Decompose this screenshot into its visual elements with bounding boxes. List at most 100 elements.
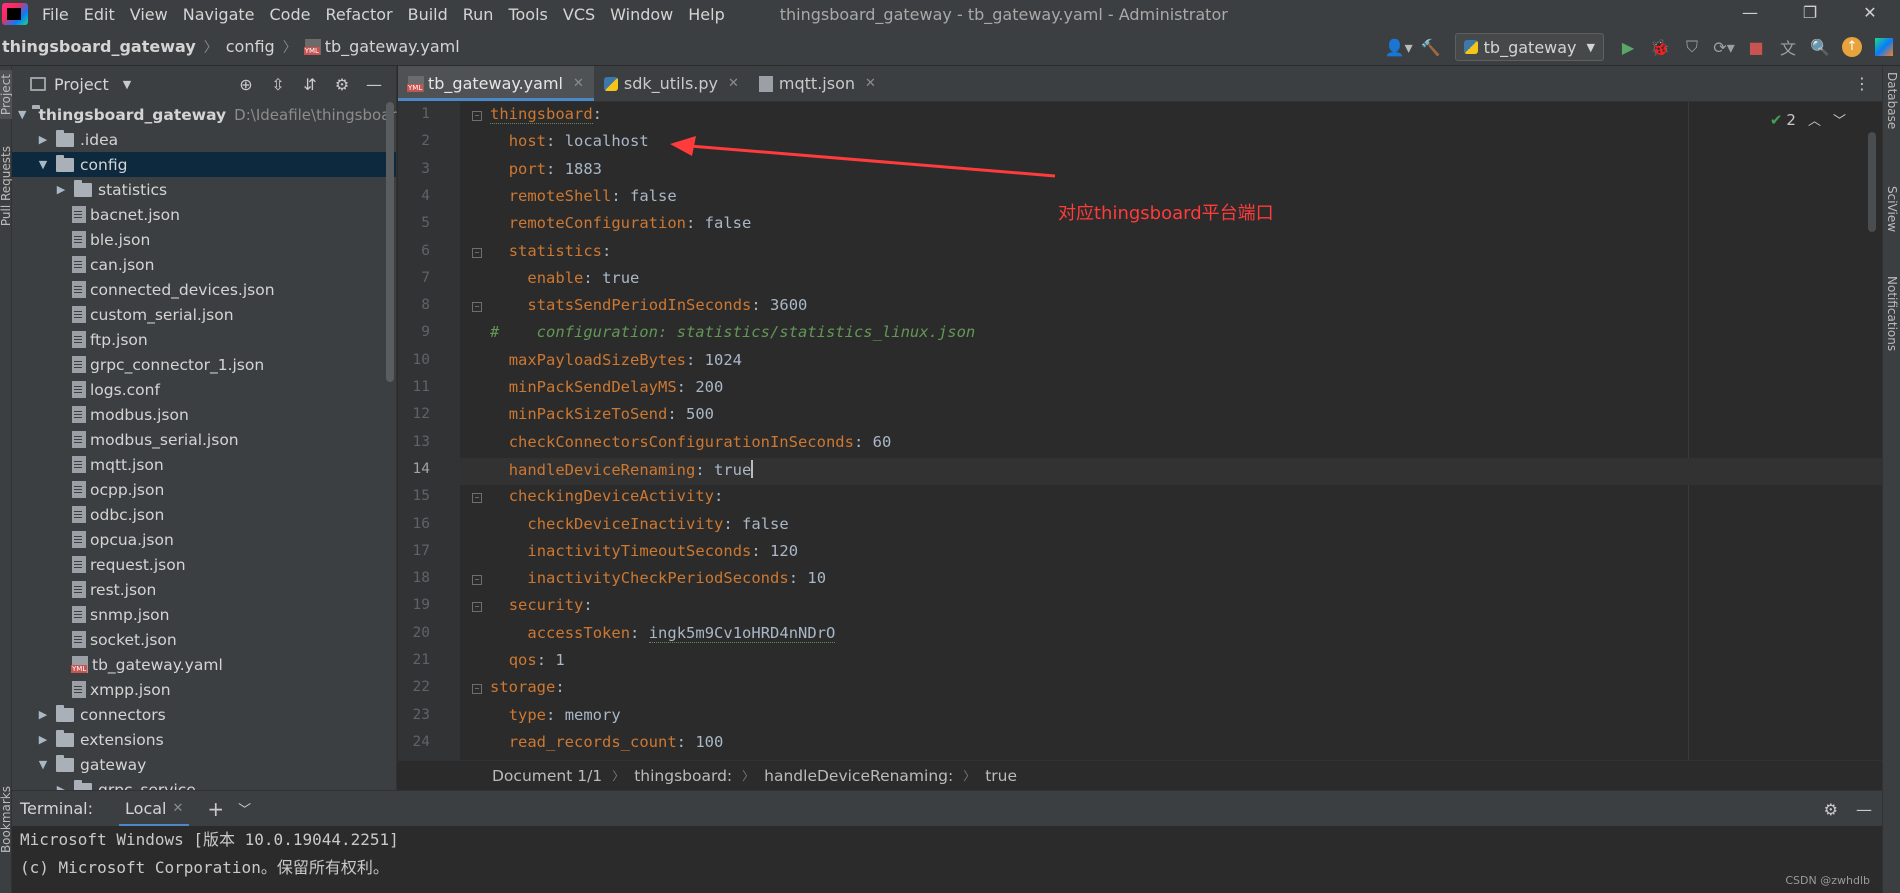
close-icon[interactable]: ✕ bbox=[1840, 0, 1900, 28]
menu-item-tools[interactable]: Tools bbox=[508, 5, 547, 24]
chevron-down-icon[interactable]: ▼ bbox=[36, 158, 50, 171]
tree-file[interactable]: ftp.json bbox=[12, 327, 396, 352]
menu-item-run[interactable]: Run bbox=[463, 5, 494, 24]
settings-gear-icon[interactable]: ⚙ bbox=[1824, 800, 1838, 819]
tab-sdk-utils-py[interactable]: sdk_utils.py ✕ bbox=[594, 66, 749, 101]
editor-scrollbar[interactable] bbox=[1868, 132, 1876, 232]
update-icon[interactable]: ↑ bbox=[1838, 33, 1866, 61]
tree-file[interactable]: snmp.json bbox=[12, 602, 396, 627]
close-tab-icon[interactable]: ✕ bbox=[172, 801, 183, 816]
tree-file[interactable]: connected_devices.json bbox=[12, 277, 396, 302]
breadcrumb-key[interactable]: handleDeviceRenaming: bbox=[764, 767, 953, 785]
hide-panel-icon[interactable]: — bbox=[1856, 800, 1872, 819]
run-configuration-select[interactable]: tb_gateway ▼ bbox=[1454, 33, 1604, 61]
tree-file[interactable]: modbus.json bbox=[12, 402, 396, 427]
stop-icon[interactable]: ■ bbox=[1742, 33, 1770, 61]
sciview-tool-button[interactable]: SciView bbox=[1885, 186, 1899, 232]
close-tab-icon[interactable]: ✕ bbox=[728, 76, 739, 91]
terminal-tab-local[interactable]: Local ✕ bbox=[119, 791, 190, 827]
settings-gear-icon[interactable]: ⚙ bbox=[326, 75, 358, 94]
chevron-down-icon[interactable]: ▼ bbox=[123, 78, 131, 91]
tree-file[interactable]: ocpp.json bbox=[12, 477, 396, 502]
tree-file[interactable]: opcua.json bbox=[12, 527, 396, 552]
chevron-down-icon[interactable]: ﹀ bbox=[1833, 110, 1846, 129]
tree-file[interactable]: odbc.json bbox=[12, 502, 396, 527]
fold-marker-icon[interactable]: − bbox=[472, 247, 482, 258]
chevron-right-icon[interactable]: ▶ bbox=[36, 708, 50, 721]
tree-file[interactable]: modbus_serial.json bbox=[12, 427, 396, 452]
fold-marker-icon[interactable]: − bbox=[472, 575, 482, 586]
fold-marker-icon[interactable]: − bbox=[472, 602, 482, 613]
translate-icon[interactable]: 文 bbox=[1774, 33, 1802, 61]
tree-file[interactable]: bacnet.json bbox=[12, 202, 396, 227]
fold-marker-icon[interactable]: − bbox=[472, 493, 482, 504]
tree-folder[interactable]: ▶ extensions bbox=[12, 727, 396, 752]
chevron-down-icon[interactable]: ﹀ bbox=[238, 799, 251, 818]
breadcrumb-file[interactable]: tb_gateway.yaml bbox=[325, 37, 460, 56]
tree-file[interactable]: logs.conf bbox=[12, 377, 396, 402]
menu-item-window[interactable]: Window bbox=[610, 5, 673, 24]
menu-item-refactor[interactable]: Refactor bbox=[325, 5, 392, 24]
close-tab-icon[interactable]: ✕ bbox=[573, 76, 584, 91]
database-tool-button[interactable]: Database bbox=[1885, 72, 1899, 129]
tree-root[interactable]: ▼ thingsboard_gateway D:\Ideafile\things… bbox=[12, 102, 397, 127]
tree-folder[interactable]: ▼ config bbox=[12, 152, 396, 177]
chevron-up-icon[interactable]: ︿ bbox=[1808, 110, 1821, 129]
user-account-icon[interactable]: 👤▾ bbox=[1385, 33, 1413, 61]
menu-item-help[interactable]: Help bbox=[688, 5, 724, 24]
menu-item-build[interactable]: Build bbox=[408, 5, 448, 24]
chevron-down-icon[interactable]: ▼ bbox=[36, 758, 50, 771]
notifications-tool-button[interactable]: Notifications bbox=[1885, 276, 1899, 351]
more-options-icon[interactable]: ⋮ bbox=[1854, 74, 1870, 93]
tree-file[interactable]: socket.json bbox=[12, 627, 396, 652]
tree-file[interactable]: tb_gateway.yaml bbox=[12, 652, 396, 677]
project-scrollbar[interactable] bbox=[386, 102, 394, 382]
breadcrumb-folder[interactable]: config bbox=[226, 37, 275, 56]
search-icon[interactable]: 🔍 bbox=[1806, 33, 1834, 61]
tree-folder[interactable]: ▼ gateway bbox=[12, 752, 396, 777]
profile-icon[interactable]: ⟳▾ bbox=[1710, 33, 1738, 61]
menu-item-navigate[interactable]: Navigate bbox=[183, 5, 255, 24]
inspection-widget[interactable]: ✔ 2 ︿ ﹀ bbox=[1770, 110, 1846, 130]
restore-icon[interactable]: ❐ bbox=[1780, 0, 1840, 28]
menu-item-vcs[interactable]: VCS bbox=[563, 5, 595, 24]
tree-file[interactable]: mqtt.json bbox=[12, 452, 396, 477]
tree-folder[interactable]: ▶ statistics bbox=[12, 177, 396, 202]
tree-file[interactable]: xmpp.json bbox=[12, 677, 396, 702]
project-panel-title[interactable]: Project bbox=[54, 75, 109, 94]
chevron-down-icon[interactable]: ▼ bbox=[18, 108, 26, 121]
collapse-all-icon[interactable]: ⇵ bbox=[294, 75, 326, 94]
minimize-icon[interactable]: — bbox=[1720, 0, 1780, 28]
breadcrumb-project[interactable]: thingsboard_gateway bbox=[2, 37, 196, 56]
menu-item-view[interactable]: View bbox=[130, 5, 168, 24]
jetbrains-logo-icon[interactable] bbox=[1870, 33, 1898, 61]
new-terminal-icon[interactable]: + bbox=[207, 797, 224, 821]
hide-panel-icon[interactable]: — bbox=[358, 75, 390, 94]
menu-item-edit[interactable]: Edit bbox=[84, 5, 115, 24]
fold-marker-icon[interactable]: − bbox=[472, 302, 482, 313]
terminal-output[interactable]: Microsoft Windows [版本 10.0.19044.2251] (… bbox=[12, 826, 1882, 893]
close-tab-icon[interactable]: ✕ bbox=[865, 76, 876, 91]
tree-file[interactable]: request.json bbox=[12, 552, 396, 577]
breadcrumb-key[interactable]: thingsboard: bbox=[634, 767, 732, 785]
locate-file-icon[interactable]: ⊕ bbox=[230, 75, 262, 94]
build-hammer-icon[interactable]: 🔨 bbox=[1417, 33, 1445, 61]
tree-file[interactable]: custom_serial.json bbox=[12, 302, 396, 327]
tree-folder[interactable]: ▶ .idea bbox=[12, 127, 396, 152]
expand-all-icon[interactable]: ⇳ bbox=[262, 75, 294, 94]
breadcrumb-document[interactable]: Document 1/1 bbox=[492, 767, 602, 785]
tree-file[interactable]: ble.json bbox=[12, 227, 396, 252]
tab-tb-gateway-yaml[interactable]: tb_gateway.yaml ✕ bbox=[398, 66, 594, 101]
run-icon[interactable]: ▶ bbox=[1614, 33, 1642, 61]
menu-item-code[interactable]: Code bbox=[270, 5, 311, 24]
tree-file[interactable]: rest.json bbox=[12, 577, 396, 602]
tree-file[interactable]: can.json bbox=[12, 252, 396, 277]
coverage-icon[interactable]: ⛉ bbox=[1678, 33, 1706, 61]
chevron-right-icon[interactable]: ▶ bbox=[36, 733, 50, 746]
breadcrumb-value[interactable]: true bbox=[985, 767, 1017, 785]
fold-marker-icon[interactable]: − bbox=[472, 111, 482, 121]
chevron-right-icon[interactable]: ▶ bbox=[36, 133, 50, 146]
chevron-right-icon[interactable]: ▶ bbox=[54, 183, 68, 196]
tree-folder[interactable]: ▶ connectors bbox=[12, 702, 396, 727]
debug-icon[interactable]: 🐞 bbox=[1646, 33, 1674, 61]
